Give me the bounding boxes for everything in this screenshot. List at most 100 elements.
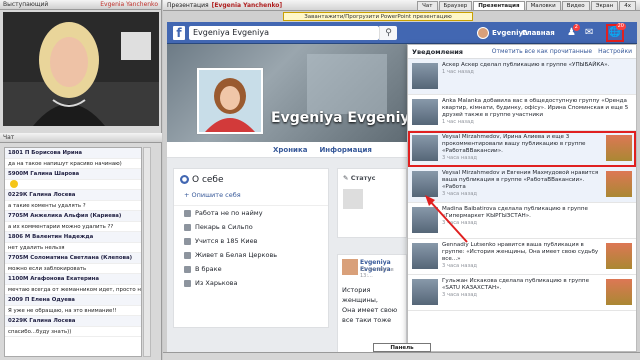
tab-1[interactable]: Браузер (438, 1, 473, 10)
notification-time: 3 часа назад (442, 191, 477, 197)
fb-user-link[interactable]: Evgeniya (477, 27, 528, 39)
tab-2[interactable]: Презентация (473, 1, 525, 10)
messages-icon[interactable]: ✉ (585, 27, 593, 38)
left-panel: Выступающий Evgenia Yanchenko Чат 1801 П… (0, 0, 162, 360)
notification-settings-link[interactable]: Настройки (598, 48, 632, 55)
timeline-post: Evgeniya Evgeniya 12 октября в 13:... Ис… (337, 254, 407, 352)
smiley-icon (10, 180, 18, 188)
notification-item[interactable]: Anka Malanka добавила вас в общедоступну… (408, 95, 636, 131)
notification-text: Аскер Аскер сделал публикацию в группе «… (442, 62, 610, 68)
chat-titlebar: Чат (0, 133, 162, 143)
notification-thumbnail (606, 171, 632, 197)
notification-text: Гульжан Искакова сделала публикацию в гр… (442, 278, 590, 291)
presentation-titlebar: Презентация [Evgenia Yanchenko] Чат Брауз… (163, 0, 640, 11)
fb-topbar: f Evgeniya Evgeniya ⚲ Evgeniya Главная ♟… (167, 22, 637, 44)
about-row: В браке (174, 262, 328, 276)
chat-author: 1100М Агафонова Екатерина (5, 274, 141, 285)
chat-message: да на такое напишут красиво начинаю) (5, 159, 141, 169)
chat-author: 0229К Галина Лосева (5, 190, 141, 201)
tab-timeline[interactable]: Хроника (273, 146, 307, 154)
notification-time: 3 часа назад (442, 220, 477, 226)
info-icon (184, 209, 191, 217)
notification-thumbnail (606, 135, 632, 161)
avatar (412, 99, 438, 125)
notif-badge: 20 (615, 23, 626, 30)
avatar (412, 63, 438, 89)
notifications-globe-icon[interactable]: 🌐 20 (606, 23, 626, 42)
chat-scrollbar[interactable] (143, 147, 151, 357)
info-icon (184, 237, 191, 245)
notification-item[interactable]: Madina Baibatirova сделала публикацию в … (408, 203, 636, 239)
info-icon (184, 265, 191, 273)
about-row-text[interactable]: Из Харькова (195, 279, 238, 287)
add-bio-link[interactable]: + Опишите себя (174, 185, 328, 206)
about-rows: Работа не по найму Пекарь в Сильпо Учится … (174, 206, 328, 290)
chat-panel: Чат 1801 П Борисова Ирина да на такое нап… (0, 133, 162, 360)
fb-search-input[interactable]: Evgeniya Evgeniya (189, 26, 379, 40)
chat-author: 1801 П Борисова Ирина (5, 148, 141, 159)
notification-thumbnail (606, 279, 632, 305)
post-time[interactable]: 12 октября в 13:... (360, 267, 406, 279)
shared-browser: f Evgeniya Evgeniya ⚲ Evgeniya Главная ♟… (167, 22, 637, 352)
search-icon[interactable]: ⚲ (379, 26, 397, 40)
notification-item[interactable]: Veysal Mirzahmedov, Ирина Алиева и еще 3… (408, 131, 636, 167)
presentation-label: Презентация (167, 1, 209, 9)
chat-author: 2009 П Елена Одуева (5, 295, 141, 306)
avatar (342, 259, 358, 275)
status-tab[interactable]: ✎ Статус (343, 174, 376, 182)
bottom-toolbar (163, 352, 640, 360)
tab-0[interactable]: Чат (417, 1, 438, 10)
profile-name: Evgeniya Evgeniya (271, 110, 419, 126)
chat-author: 5900М Галина Шарова (5, 169, 141, 180)
info-icon (184, 223, 191, 231)
chat-list[interactable]: 1801 П Борисова Ирина да на такое напишут… (4, 147, 142, 357)
chat-message: нет удалить нельзя (5, 243, 141, 253)
facebook-logo-icon[interactable]: f (173, 26, 185, 40)
notification-text: Veysal Mirzahmedov и Евгения Махмудовой … (442, 170, 599, 190)
post-line: все таки тоже (342, 316, 392, 324)
friends-icon[interactable]: ♟ 2 (567, 24, 580, 38)
presentation-tabs: Чат Браузер Презентация Маловки Видео Экран 4x (417, 1, 636, 10)
speaker-video (3, 12, 159, 126)
notification-item[interactable]: Veysal Mirzahmedov и Евгения Махмудовой … (408, 167, 636, 203)
about-row-text[interactable]: Учится в 185 Киев (195, 237, 257, 245)
notification-item[interactable]: Аскер Аскер сделал публикацию в группе «… (408, 59, 636, 95)
mark-all-read-link[interactable]: Отметить все как прочитанные (492, 48, 592, 55)
post-body: История женщины, Она имеет свою все таки… (342, 285, 406, 325)
about-row: Работа не по найму (174, 206, 328, 220)
speaker-portrait (3, 12, 159, 126)
avatar (477, 27, 489, 39)
tab-3[interactable]: Маловки (525, 1, 561, 10)
info-icon (184, 251, 191, 259)
notification-text: Gennadiy Lutsenko нравится ваша публикац… (442, 242, 599, 262)
post-composer[interactable]: ✎ Статус (337, 168, 407, 238)
notification-time: 1 час назад (442, 119, 474, 125)
control-panel-button[interactable]: Панель управления (373, 343, 431, 359)
about-row: Учится в 185 Киев (174, 234, 328, 248)
tab-6[interactable]: 4x (619, 1, 636, 10)
presentation-panel: Презентация [Evgenia Yanchenko] Чат Брауз… (163, 0, 640, 360)
about-row-text[interactable]: Живет в Белая Церковь (195, 251, 277, 259)
chat-author: 0229К Галина Лосева (5, 316, 141, 327)
notification-item[interactable]: Гульжан Искакова сделала публикацию в гр… (408, 275, 636, 311)
about-box: ● О себе + Опишите себя Работа не по най… (173, 168, 329, 328)
upload-ppt-banner[interactable]: Завантажити/Прогрузити PowerPoint презен… (283, 12, 473, 21)
post-line: История женщины, (342, 286, 378, 304)
about-row-text[interactable]: В браке (195, 265, 222, 273)
about-row-text[interactable]: Работа не по найму (195, 209, 263, 217)
tab-info[interactable]: Информация (319, 146, 372, 154)
fb-home-link[interactable]: Главная (522, 29, 555, 37)
tab-4[interactable]: Видео (561, 1, 590, 10)
speaker-name: Evgenia Yanchenko (100, 1, 158, 8)
chat-message: можно если заблокировать (5, 264, 141, 274)
add-bio-label: Опишите себя (191, 191, 241, 199)
post-line: Она имеет свою (342, 306, 398, 314)
notification-item[interactable]: Gennadiy Lutsenko нравится ваша публикац… (408, 239, 636, 275)
notification-text: Madina Baibatirova сделала публикацию в … (442, 206, 588, 219)
about-row-text[interactable]: Пекарь в Сильпо (195, 223, 253, 231)
tab-5[interactable]: Экран (590, 1, 619, 10)
profile-picture[interactable] (197, 68, 263, 134)
notifications-dropdown: Уведомления Отметить все как прочитанные… (407, 44, 637, 352)
avatar (412, 279, 438, 305)
notification-time: 1 час назад (442, 69, 474, 75)
